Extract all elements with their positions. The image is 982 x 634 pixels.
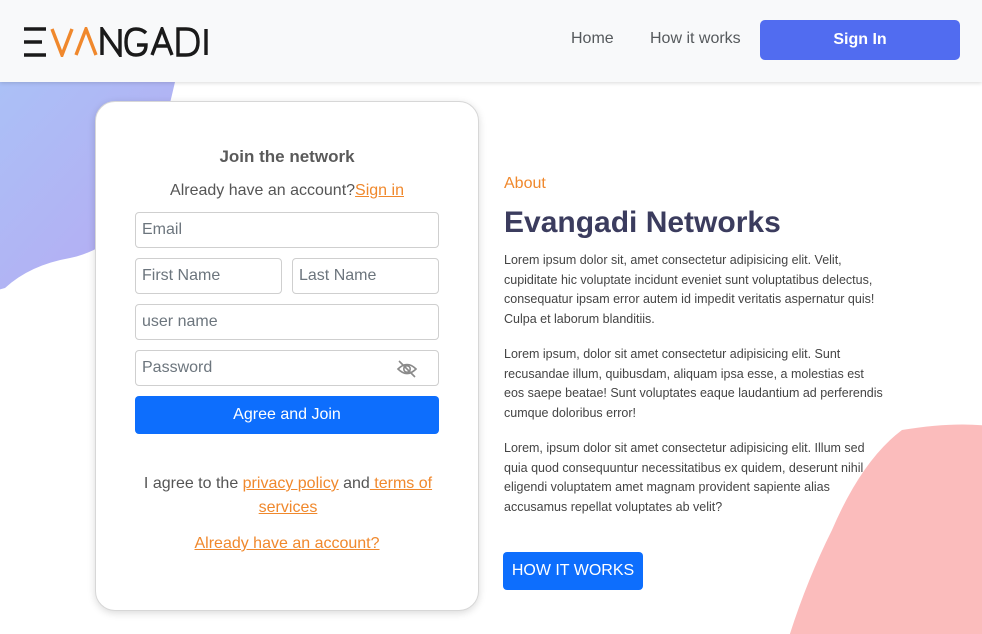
evangadi-logo[interactable] bbox=[24, 27, 226, 57]
first-name-input[interactable]: First Name bbox=[135, 258, 282, 294]
terms-agreement: I agree to the privacy policy and terms … bbox=[136, 472, 440, 520]
password-placeholder: Password bbox=[142, 359, 213, 376]
username-placeholder: user name bbox=[142, 313, 218, 330]
username-input[interactable]: user name bbox=[135, 304, 439, 340]
about-paragraph-1: Lorem ipsum dolor sit, amet consectetur … bbox=[504, 253, 875, 326]
sign-in-link[interactable]: Sign in bbox=[355, 182, 404, 199]
last-name-placeholder: Last Name bbox=[299, 267, 377, 284]
already-have-account-link[interactable]: Already have an account? bbox=[96, 535, 478, 553]
nav-home-link[interactable]: Home bbox=[571, 30, 614, 48]
sign-in-button[interactable]: Sign In bbox=[760, 20, 960, 60]
page: Home How it works Sign In Join the netwo… bbox=[0, 0, 982, 634]
agree-prefix-text: I agree to the bbox=[143, 475, 243, 492]
email-input[interactable]: Email bbox=[135, 212, 439, 248]
about-paragraph-3: Lorem, ipsum dolor sit amet consectetur … bbox=[504, 441, 865, 514]
already-account-line: Already have an account?Sign in bbox=[96, 182, 478, 200]
last-name-input[interactable]: Last Name bbox=[292, 258, 439, 294]
header: Home How it works Sign In bbox=[0, 0, 982, 82]
password-input[interactable]: Password bbox=[135, 350, 439, 386]
about-paragraph-2: Lorem ipsum, dolor sit amet consectetur … bbox=[504, 347, 883, 420]
first-name-placeholder: First Name bbox=[142, 267, 221, 284]
nav-how-it-works-link[interactable]: How it works bbox=[650, 30, 741, 48]
about-title: Evangadi Networks bbox=[504, 206, 781, 239]
about-label: About bbox=[504, 175, 546, 192]
eye-slash-icon[interactable] bbox=[396, 359, 418, 379]
email-placeholder: Email bbox=[142, 221, 183, 238]
privacy-policy-link[interactable]: privacy policy bbox=[243, 475, 339, 492]
already-account-text: Already have an account? bbox=[170, 182, 356, 199]
agree-and-text: and bbox=[338, 475, 370, 492]
how-it-works-button[interactable]: HOW IT WORKS bbox=[503, 552, 643, 590]
form-title: Join the network bbox=[219, 147, 355, 166]
signup-card: Join the network Already have an account… bbox=[95, 101, 479, 611]
agree-and-join-button[interactable]: Agree and Join bbox=[135, 396, 439, 434]
